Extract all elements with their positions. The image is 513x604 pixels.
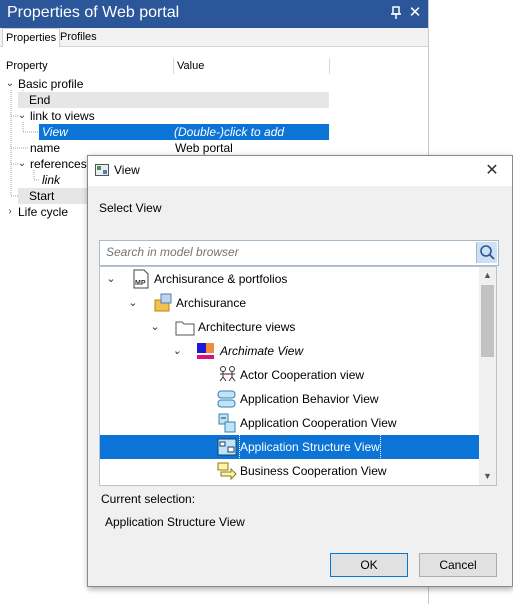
column-header-value[interactable]: Value	[177, 60, 204, 72]
chevron-down-icon[interactable]: ⌄	[5, 76, 15, 92]
tree-item-selected[interactable]: Application Structure View	[100, 434, 479, 460]
pin-icon[interactable]	[389, 5, 403, 21]
tree-item[interactable]: Application Behavior View	[100, 387, 479, 411]
tree-item[interactable]: ⌄ MP Archisurance & portfolios	[100, 267, 479, 291]
property-label: Basic profile	[18, 77, 84, 91]
dialog-prompt: Select View	[99, 201, 162, 215]
ok-button[interactable]: OK	[330, 553, 408, 577]
view-dialog: View ✕ Select View ⌄ MP Archisurance & p…	[87, 155, 513, 587]
scroll-up-icon[interactable]: ▲	[479, 267, 496, 284]
search-icon	[480, 245, 495, 260]
tree-item-label: Business Cooperation View	[240, 464, 387, 478]
view-icon	[95, 164, 109, 176]
tree-item-label: Actor Cooperation view	[240, 368, 365, 382]
scroll-down-icon[interactable]: ▼	[479, 468, 496, 485]
property-row-name[interactable]: name Web portal	[0, 140, 330, 156]
property-label: name	[30, 141, 61, 155]
package-icon	[154, 293, 172, 312]
property-row-link-to-views[interactable]: ⌄ link to views	[0, 108, 330, 124]
chevron-down-icon[interactable]: ⌄	[150, 315, 160, 339]
business-cooperation-icon	[217, 462, 237, 481]
column-divider[interactable]	[329, 58, 330, 74]
svg-text:MP: MP	[135, 280, 146, 287]
property-label: references	[30, 157, 87, 171]
folder-icon	[175, 321, 195, 336]
property-label: Life cycle	[18, 205, 69, 219]
property-label: View	[42, 125, 68, 139]
tree-item[interactable]: ⌄ Archisurance	[100, 291, 479, 315]
property-row-start[interactable]: Start	[18, 188, 88, 204]
scroll-thumb[interactable]	[481, 285, 494, 357]
application-behavior-icon	[217, 390, 236, 408]
tree-item[interactable]: ⌄ Architecture views	[100, 315, 479, 339]
tree-item[interactable]: ⌄ Archimate View	[100, 339, 479, 363]
tree-item-label: Archimate View	[220, 344, 304, 358]
model-tree: ⌄ MP Archisurance & portfolios ⌄ Archisu…	[99, 266, 497, 486]
property-label: Start	[29, 189, 55, 203]
property-row-life-cycle[interactable]: › Life cycle	[0, 204, 88, 220]
tree-item-label: Archisurance	[176, 296, 247, 310]
tab-profiles[interactable]: Profiles	[57, 28, 100, 46]
dialog-title: View	[114, 163, 140, 177]
current-selection-label: Current selection:	[101, 492, 196, 506]
column-divider[interactable]	[173, 58, 174, 74]
cancel-button[interactable]: Cancel	[419, 553, 497, 577]
chevron-down-icon[interactable]: ⌄	[128, 291, 138, 315]
property-row-view[interactable]: View (Double-)click to add	[39, 124, 329, 140]
panel-title: Properties of Web portal	[7, 4, 180, 21]
tree-item[interactable]: Application Cooperation View	[100, 411, 479, 435]
property-label: link	[42, 173, 61, 187]
current-selection-value: Application Structure View	[105, 515, 245, 529]
chevron-down-icon[interactable]: ⌄	[106, 267, 116, 291]
property-label: End	[29, 93, 51, 107]
tree-item[interactable]: Business Cooperation View	[100, 459, 479, 483]
property-value[interactable]: Web portal	[175, 140, 233, 156]
property-row-end[interactable]: End	[18, 92, 329, 108]
model-package-icon: MP	[133, 269, 149, 289]
column-header-property[interactable]: Property	[6, 60, 48, 72]
close-icon[interactable]: ✕	[408, 5, 422, 21]
tree-item-label: Application Behavior View	[240, 392, 379, 406]
archimate-view-icon	[197, 343, 214, 359]
tree-item[interactable]: Actor Cooperation view	[100, 363, 479, 387]
tab-properties[interactable]: Properties	[2, 28, 61, 47]
property-row-basic-profile[interactable]: ⌄ Basic profile	[0, 76, 330, 92]
chevron-down-icon[interactable]: ⌄	[17, 108, 27, 124]
actor-cooperation-icon	[219, 366, 236, 382]
search-box	[99, 240, 499, 266]
tree-item-label: Application Structure View	[239, 434, 381, 460]
property-value[interactable]: (Double-)click to add	[174, 124, 284, 140]
close-icon[interactable]: ✕	[480, 159, 504, 183]
application-structure-icon	[217, 438, 237, 456]
dialog-title-bar: View ✕	[88, 156, 512, 186]
panel-title-bar: Properties of Web portal ✕	[0, 0, 428, 28]
chevron-down-icon[interactable]: ⌄	[17, 156, 27, 172]
tree-item-label: Archisurance & portfolios	[154, 272, 288, 286]
vertical-scrollbar[interactable]: ▲ ▼	[479, 267, 496, 485]
chevron-right-icon[interactable]: ›	[5, 204, 15, 220]
tab-bar: Properties Profiles	[0, 28, 428, 47]
property-label: link to views	[30, 109, 95, 123]
chevron-down-icon[interactable]: ⌄	[172, 339, 182, 363]
search-button[interactable]	[476, 242, 497, 263]
application-cooperation-icon	[218, 413, 236, 433]
search-input[interactable]	[100, 241, 482, 263]
tree-item-label: Architecture views	[198, 320, 296, 334]
tree-item-label: Application Cooperation View	[240, 416, 397, 430]
